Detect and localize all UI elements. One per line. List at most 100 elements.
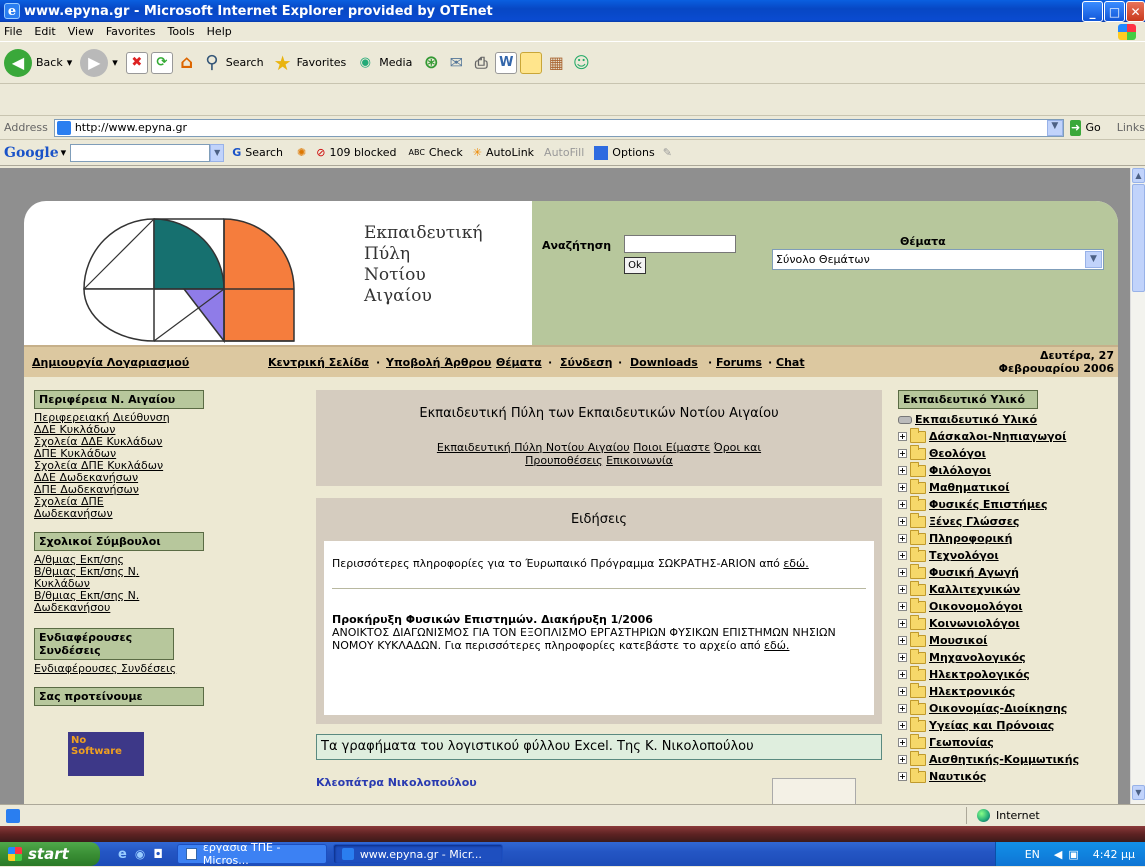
terms-link[interactable]: Όροι και — [714, 441, 761, 454]
tree-item[interactable]: + Μαθηματικοί — [898, 478, 1112, 496]
quicklaunch-desktop-icon[interactable]: ◘ — [153, 847, 163, 861]
expand-icon[interactable]: + — [898, 585, 907, 594]
nav-submit-article[interactable]: Υποβολή Άρθρου — [386, 356, 491, 369]
expand-icon[interactable]: + — [898, 687, 907, 696]
expand-icon[interactable]: + — [898, 772, 907, 781]
start-button[interactable]: start — [0, 842, 100, 866]
site-search-ok-button[interactable]: Ok — [624, 257, 646, 274]
media-button[interactable]: ◉ Media — [354, 52, 413, 74]
popup-blocked-count[interactable]: 109 blocked — [329, 146, 396, 159]
go-arrow-icon[interactable]: ➜ — [1069, 119, 1082, 136]
tree-item[interactable]: + Αισθητικής-Κομμωτικής — [898, 750, 1112, 768]
options-button[interactable]: Options — [612, 146, 654, 159]
nav-create-account[interactable]: Δημιουργία Λογαριασμού — [32, 356, 189, 369]
expand-icon[interactable]: + — [898, 517, 907, 526]
nav-home[interactable]: Κεντρική Σελίδα — [268, 356, 369, 369]
research-icon[interactable]: ▦ — [545, 52, 567, 74]
expand-icon[interactable]: + — [898, 602, 907, 611]
tree-item[interactable]: + Ηλεκτρολογικός — [898, 665, 1112, 683]
expand-icon[interactable]: + — [898, 466, 907, 475]
scroll-thumb[interactable] — [1132, 184, 1145, 292]
nav-chat[interactable]: Chat — [776, 356, 805, 369]
links-button[interactable]: Links — [1117, 121, 1145, 134]
quicklaunch-ie-icon[interactable]: e — [118, 847, 127, 862]
tree-item[interactable]: + Καλλιτεχνικών — [898, 580, 1112, 598]
history-icon[interactable]: ⊛ — [420, 52, 442, 74]
expand-icon[interactable]: + — [898, 653, 907, 662]
expand-icon[interactable]: + — [898, 755, 907, 764]
tree-item[interactable]: + Φυσική Αγωγή — [898, 563, 1112, 581]
themes-select[interactable]: Σύνολο Θεμάτων ▼ — [772, 249, 1104, 270]
scroll-down-button[interactable]: ▼ — [1132, 785, 1145, 800]
contact-link[interactable]: Επικοινωνία — [606, 454, 673, 467]
tree-item[interactable]: + Υγείας και Πρόνοιας — [898, 716, 1112, 734]
article-title[interactable]: Τα γραφήματα του λογιστικού φύλλου Excel… — [316, 734, 882, 760]
refresh-icon[interactable]: ⟳ — [150, 51, 173, 74]
expand-icon[interactable]: + — [898, 670, 907, 679]
title-bar[interactable]: e www.epyna.gr - Microsoft Internet Expl… — [0, 0, 1145, 22]
nav-themes[interactable]: Θέματα — [496, 356, 542, 369]
tree-item[interactable]: + Μουσικοί — [898, 631, 1112, 649]
google-dropdown-icon[interactable]: ▼ — [210, 143, 225, 162]
menu-view[interactable]: View — [68, 25, 94, 38]
network-icon[interactable]: ▣ — [1068, 848, 1078, 861]
suggest-banner[interactable]: No Software — [68, 732, 144, 776]
language-indicator[interactable]: EN — [1025, 848, 1040, 861]
back-button[interactable]: ◀ Back ▾ — [4, 48, 72, 77]
portal-link[interactable]: Εκπαιδευτική Πύλη Νοτίου Αιγαίου — [437, 441, 630, 454]
tree-item[interactable]: + Φυσικές Επιστήμες — [898, 495, 1112, 513]
site-search-input[interactable] — [624, 235, 736, 253]
home-icon[interactable]: ⌂ — [176, 52, 198, 74]
tree-item[interactable]: + Θεολόγοι — [898, 444, 1112, 462]
nav-downloads[interactable]: Downloads — [630, 356, 698, 369]
close-button[interactable]: ✕ — [1126, 1, 1145, 22]
tray-arrow-icon[interactable]: ◀ — [1054, 848, 1062, 861]
menu-tools[interactable]: Tools — [168, 25, 195, 38]
task-ie[interactable]: www.epyna.gr - Micr... — [332, 844, 503, 864]
google-search-input[interactable] — [70, 143, 211, 162]
stop-icon[interactable]: ✖ — [125, 51, 148, 74]
nav-login[interactable]: Σύνδεση — [560, 356, 613, 369]
tree-item[interactable]: + Φιλόλογοι — [898, 461, 1112, 479]
spellcheck-button[interactable]: Check — [429, 146, 463, 159]
expand-icon[interactable]: + — [898, 483, 907, 492]
go-button[interactable]: Go — [1085, 121, 1100, 134]
quicklaunch-media-icon[interactable]: ◉ — [135, 847, 145, 861]
nav-forums[interactable]: Forums — [716, 356, 762, 369]
word-icon[interactable]: W — [495, 51, 518, 74]
expand-icon[interactable]: + — [898, 432, 907, 441]
interesting-link[interactable]: Ενδιαφέρουσες Συνδέσεις — [34, 663, 204, 675]
menu-edit[interactable]: Edit — [34, 25, 55, 38]
tree-item[interactable]: + Γεωπονίας — [898, 733, 1112, 751]
expand-icon[interactable]: + — [898, 500, 907, 509]
print-icon[interactable]: ⎙ — [470, 52, 492, 74]
expand-icon[interactable]: + — [898, 449, 907, 458]
forward-button[interactable]: ▶ ▾ — [80, 48, 118, 77]
advisor-link[interactable]: Δωδεκανήσου — [34, 602, 204, 614]
expand-icon[interactable]: + — [898, 636, 907, 645]
expand-icon[interactable]: + — [898, 551, 907, 560]
tree-item[interactable]: + Οικονομολόγοι — [898, 597, 1112, 615]
messenger-icon[interactable]: ☺ — [570, 52, 592, 74]
menu-help[interactable]: Help — [207, 25, 232, 38]
region-link[interactable]: Δωδεκανήσων — [34, 508, 204, 520]
tree-item[interactable]: + Ηλεκτρονικός — [898, 682, 1112, 700]
favorites-button[interactable]: ★ Favorites — [272, 51, 347, 75]
tree-item[interactable]: + Μηχανολογικός — [898, 648, 1112, 666]
vertical-scrollbar[interactable]: ▲ ▼ — [1130, 168, 1145, 804]
autolink-button[interactable]: AutoLink — [486, 146, 534, 159]
minimize-button[interactable]: _ — [1082, 1, 1103, 22]
tree-item[interactable]: + Πληροφορική — [898, 529, 1112, 547]
expand-icon[interactable]: + — [898, 738, 907, 747]
autofill-button[interactable]: AutoFill — [544, 146, 584, 159]
expand-icon[interactable]: + — [898, 619, 907, 628]
scroll-up-button[interactable]: ▲ — [1132, 168, 1145, 183]
expand-icon[interactable]: + — [898, 568, 907, 577]
tree-item[interactable]: + Ξένες Γλώσσες — [898, 512, 1112, 530]
tree-item[interactable]: + Κοινωνιολόγοι — [898, 614, 1112, 632]
notes-icon[interactable] — [520, 51, 543, 74]
google-logo[interactable]: Google — [4, 145, 59, 161]
expand-icon[interactable]: + — [898, 721, 907, 730]
menu-file[interactable]: File — [4, 25, 22, 38]
themes-dropdown-icon[interactable]: ▼ — [1085, 251, 1102, 268]
